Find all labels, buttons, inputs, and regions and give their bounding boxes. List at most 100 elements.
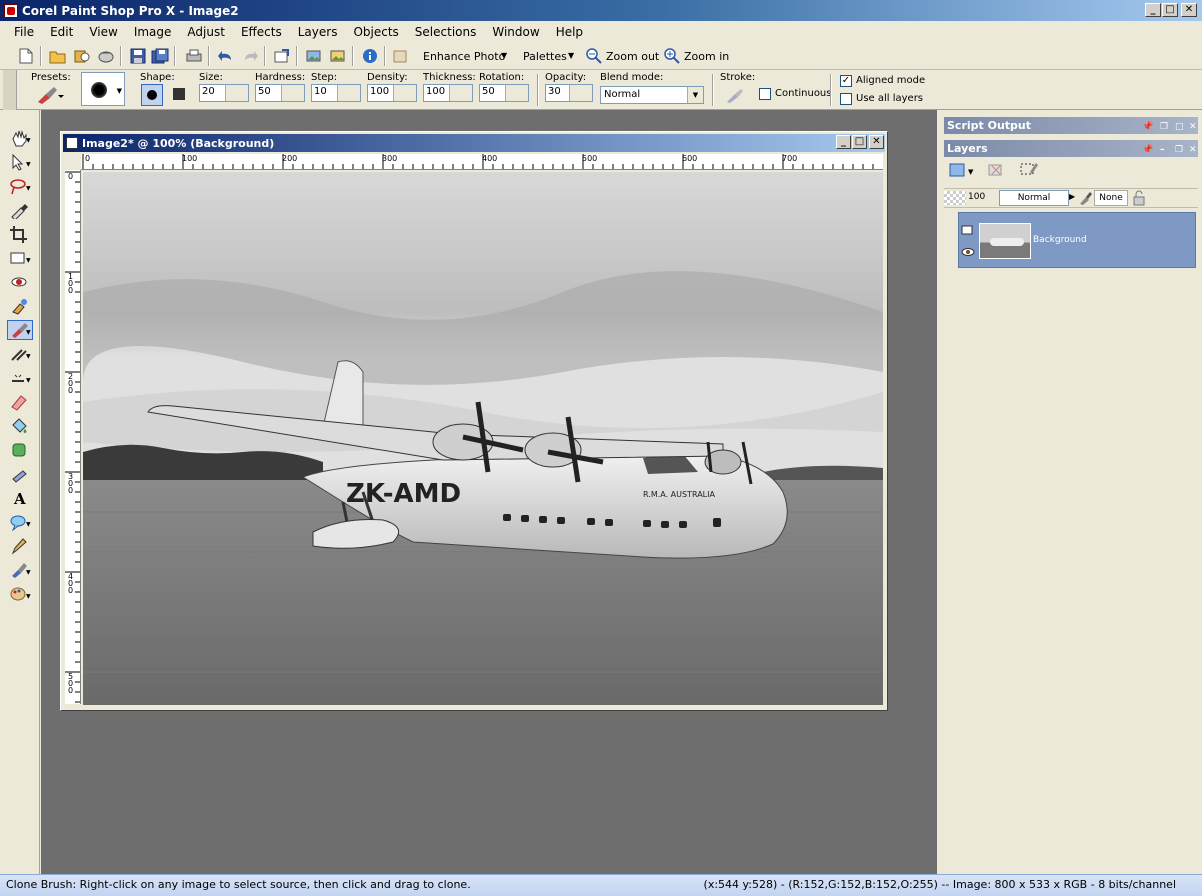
density-input[interactable]: 100 [367,84,417,102]
size-input[interactable]: 20 [199,84,249,102]
close-icon[interactable]: ✕ [1189,119,1197,136]
rotation-input[interactable]: 50 [479,84,529,102]
menu-effects[interactable]: Effects [233,25,290,39]
enhance-photo-dropdown-icon[interactable]: ▼ [501,51,507,60]
maximize-icon[interactable]: □ [1175,119,1184,136]
palettes-dropdown-icon[interactable]: ▼ [568,51,574,60]
zoom-out-label[interactable]: Zoom out [606,50,659,63]
preset-shape-tool-icon[interactable]: ▼ [7,512,33,532]
restore-icon[interactable]: ❐ [1160,119,1168,136]
pen-tool-icon[interactable] [7,536,33,556]
menu-adjust[interactable]: Adjust [179,25,233,39]
new-layer-icon[interactable]: ▼ [948,160,976,180]
close-icon[interactable]: ✕ [1189,142,1197,159]
menu-view[interactable]: View [81,25,125,39]
restore-icon[interactable]: ❐ [1175,142,1183,159]
script-output-palette[interactable]: Script Output 📌 ❐ □ ✕ [944,117,1198,134]
dropper-tool-icon[interactable] [7,200,33,220]
airbrush-tool-icon[interactable] [7,464,33,484]
menu-help[interactable]: Help [548,25,591,39]
stroke-brush-icon[interactable] [724,87,744,105]
info-icon[interactable] [360,46,380,66]
photo-adjust-icon[interactable] [328,46,348,66]
zoom-out-icon[interactable] [584,46,604,66]
menu-image[interactable]: Image [126,25,180,39]
step-input[interactable]: 10 [311,84,361,102]
lasso-tool-icon[interactable]: ▼ [7,176,33,196]
chevron-down-icon[interactable]: ▼ [687,87,703,103]
continuous-checkbox[interactable] [759,88,771,100]
flood-fill-tool-icon[interactable] [7,416,33,436]
red-eye-tool-icon[interactable] [7,272,33,292]
menu-objects[interactable]: Objects [345,25,406,39]
deform-tool-icon[interactable]: ▼ [7,248,33,268]
palettes-button[interactable]: Palettes [523,50,567,63]
makeover-tool-icon[interactable] [7,296,33,316]
layer-mask-mode[interactable]: None [1094,190,1128,206]
aligned-mode-checkbox[interactable]: ✓ [840,75,852,87]
redo-icon[interactable] [240,46,260,66]
menu-window[interactable]: Window [484,25,547,39]
mask-brush-icon[interactable] [1078,190,1092,206]
doc-minimize-button[interactable]: _ [836,135,851,149]
visibility-eye-icon[interactable] [961,247,975,257]
shape-square-icon[interactable] [173,88,185,100]
picture-tube-tool-icon[interactable] [7,440,33,460]
zoom-in-icon[interactable] [662,46,682,66]
doc-maximize-button[interactable]: □ [852,135,867,149]
pin-icon[interactable]: 📌 [1142,142,1153,159]
enhance-photo-button[interactable]: Enhance Photo [423,50,505,63]
delete-layer-icon[interactable] [986,160,1006,180]
dodge-tool-icon[interactable]: ▼ [7,368,33,388]
paint-brush-tool-icon[interactable]: ▼ [7,560,33,580]
use-all-layers-checkbox[interactable] [840,93,852,105]
save-as-icon[interactable] [150,46,170,66]
art-media-tool-icon[interactable]: ▼ [7,584,33,604]
minimize-button[interactable]: _ [1145,3,1161,17]
clone-brush-tool-icon[interactable]: ▼ [7,320,33,340]
brush-tip-preview[interactable]: ▼ [81,72,125,106]
open-folder-icon[interactable] [48,46,68,66]
presets-brush-icon[interactable] [34,86,64,106]
menu-file[interactable]: File [6,25,42,39]
tool-options-grip[interactable] [3,70,17,110]
menu-layers[interactable]: Layers [290,25,346,39]
resize-image-icon[interactable] [272,46,292,66]
maximize-button[interactable]: □ [1162,3,1178,17]
layer-blend-select[interactable]: Normal [999,190,1069,206]
undo-icon[interactable] [216,46,236,66]
print-icon[interactable] [184,46,204,66]
eraser-tool-icon[interactable] [7,392,33,412]
browse-icon[interactable] [72,46,92,66]
edit-selection-icon[interactable] [1018,160,1040,180]
document-title-bar[interactable]: Image2* @ 100% (Background) _ □ ✕ [63,134,885,152]
image-canvas[interactable]: ZK-AMD R.M.A. AUSTRALIA [83,172,883,705]
opacity-input[interactable]: 30 [545,84,593,102]
text-tool-icon[interactable]: A [7,488,33,508]
crop-tool-icon[interactable] [7,224,33,244]
new-file-icon[interactable] [16,46,36,66]
pick-tool-icon[interactable]: ▼ [7,152,33,172]
layer-opacity-value[interactable]: 100 [968,192,985,202]
save-icon[interactable] [128,46,148,66]
scratch-remover-tool-icon[interactable]: ▼ [7,344,33,364]
learning-center-icon[interactable] [390,46,410,66]
blend-mode-select[interactable]: Normal ▼ [600,86,704,104]
close-button[interactable]: ✕ [1181,3,1197,17]
photo-fix-icon[interactable] [304,46,324,66]
layers-palette-title-bar[interactable]: Layers 📌 – ❐ ✕ [944,140,1198,157]
shape-round-icon[interactable] [141,84,163,106]
pin-icon[interactable]: 📌 [1142,119,1153,136]
hardness-input[interactable]: 50 [255,84,305,102]
thickness-input[interactable]: 100 [423,84,473,102]
scan-icon[interactable] [96,46,116,66]
pan-tool-icon[interactable]: ▼ [7,128,33,148]
doc-close-button[interactable]: ✕ [869,135,884,149]
menu-edit[interactable]: Edit [42,25,81,39]
lock-icon[interactable] [1132,190,1146,206]
zoom-in-label[interactable]: Zoom in [684,50,729,63]
layer-item-background[interactable]: Background [958,212,1196,268]
minimize-icon[interactable]: – [1160,142,1165,159]
menu-selections[interactable]: Selections [407,25,485,39]
app-icon[interactable] [4,3,18,18]
